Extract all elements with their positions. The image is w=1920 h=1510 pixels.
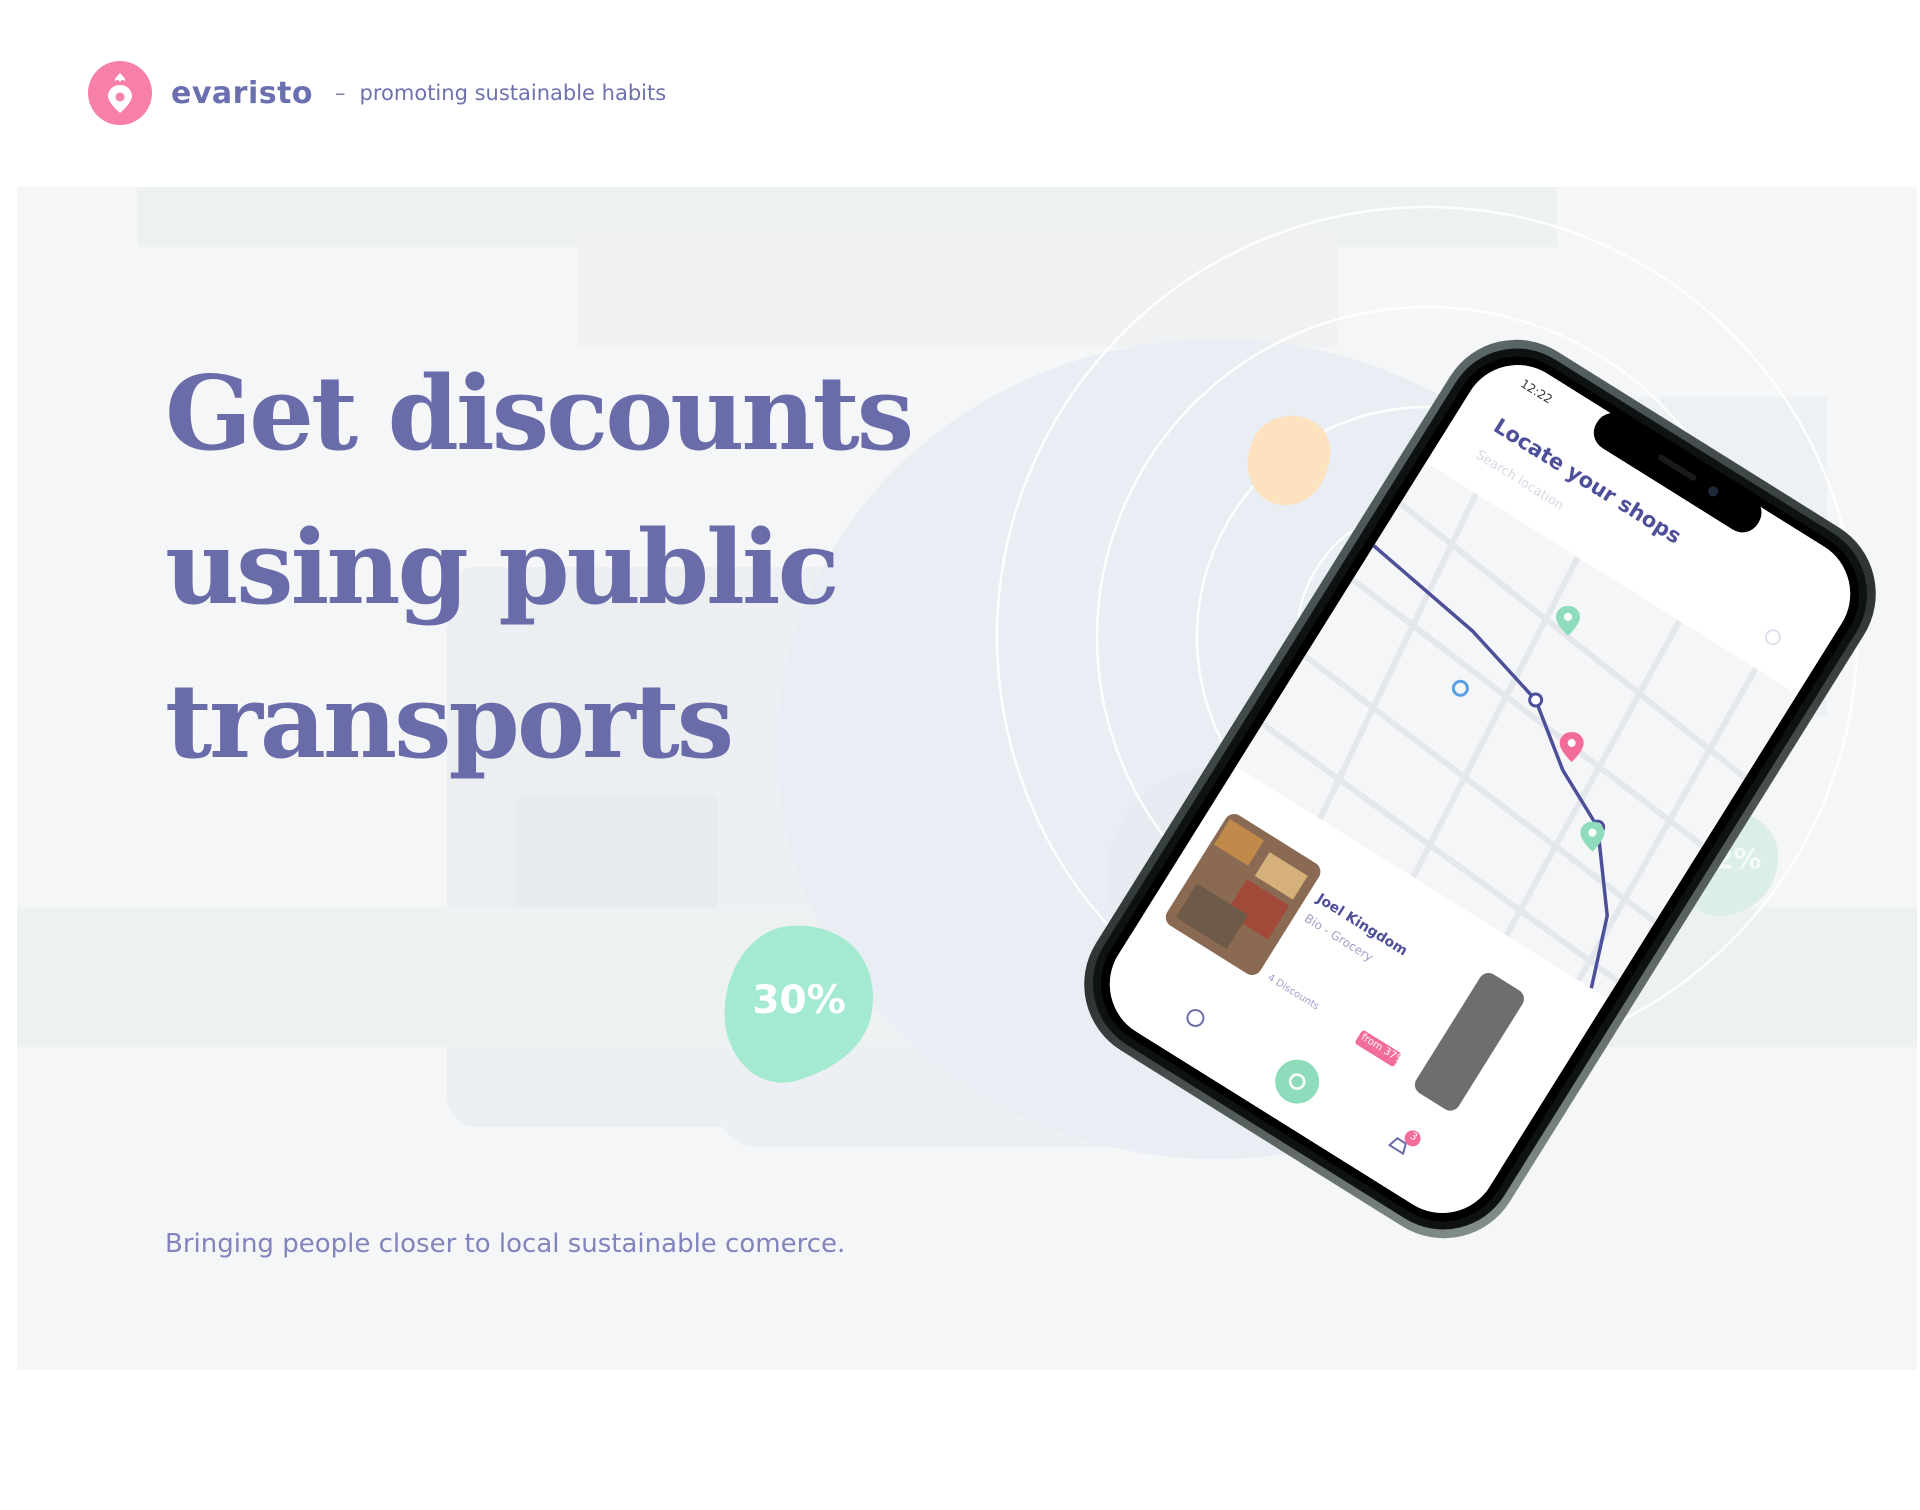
brand-tagline: promoting sustainable habits [359,81,667,105]
brand-name: evaristo [171,75,314,111]
phone-mockup [1084,339,1876,1239]
logo-icon [88,61,152,125]
brand-separator: – [335,81,346,105]
brand-header: evaristo – promoting sustainable habits [88,60,666,126]
hero-banner: Get discounts using public transports 30… [17,187,1917,1370]
